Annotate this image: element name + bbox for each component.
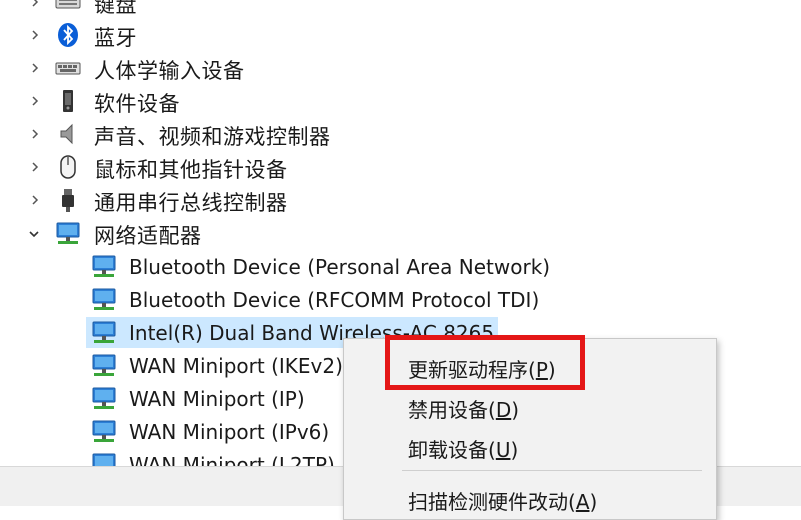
category-label: 人体学输入设备 [94,59,245,83]
network-adapter-icon [91,319,117,345]
menu-item-scan-hardware[interactable]: 扫描检测硬件改动(A) [344,479,716,517]
network-adapter-icon [91,352,117,378]
software-device-icon [55,88,81,114]
category-label: 网络适配器 [94,224,202,248]
category-mice[interactable]: 鼠标和其他指针设备 [0,151,400,184]
chevron-right-icon[interactable] [28,193,42,207]
category-keyboard[interactable]: 键盘 [0,0,400,19]
device-row[interactable]: Bluetooth Device (Personal Area Network) [0,250,560,283]
network-adapter-icon [91,385,117,411]
speaker-icon [55,121,81,147]
menu-item-label: 卸载设备(U) [408,438,519,462]
device-row[interactable]: WAN Miniport (IKEv2) [0,349,343,382]
menu-item-label: 禁用设备(D) [408,398,520,422]
category-usb[interactable]: 通用串行总线控制器 [0,184,400,217]
device-label: Bluetooth Device (RFCOMM Protocol TDI) [129,288,540,312]
chevron-right-icon[interactable] [28,160,42,174]
category-label: 蓝牙 [94,26,137,50]
network-adapter-icon [91,286,117,312]
category-label: 通用串行总线控制器 [94,191,288,215]
category-network-adapters[interactable]: 网络适配器 [0,217,400,250]
network-adapter-icon [55,220,81,246]
network-adapter-icon [91,418,117,444]
category-hid[interactable]: 人体学输入设备 [0,52,400,85]
chevron-right-icon[interactable] [28,127,42,141]
category-label: 键盘 [94,0,137,17]
category-label: 鼠标和其他指针设备 [94,158,288,182]
menu-item-disable-device[interactable]: 禁用设备(D) [344,387,716,425]
keyboard-icon [55,0,81,15]
chevron-right-icon[interactable] [28,61,42,75]
device-label: WAN Miniport (IP) [129,387,305,411]
device-row[interactable]: Bluetooth Device (RFCOMM Protocol TDI) [0,283,560,316]
device-label: WAN Miniport (IKEv2) [129,354,343,378]
category-software-devices[interactable]: 软件设备 [0,85,400,118]
annotation-highlight-box [385,335,585,390]
menu-item-uninstall-device[interactable]: 卸载设备(U) [344,427,716,465]
device-label: WAN Miniport (IPv6) [129,420,330,444]
device-label: Bluetooth Device (Personal Area Network) [129,255,551,279]
device-row[interactable]: WAN Miniport (IP) [0,382,340,415]
mouse-icon [55,154,81,180]
hid-icon [55,55,81,81]
usb-icon [55,187,81,213]
chevron-right-icon[interactable] [28,0,42,9]
bluetooth-icon [55,22,81,48]
chevron-down-icon[interactable] [27,227,41,241]
category-label: 声音、视频和游戏控制器 [94,125,331,149]
network-adapter-icon [91,253,117,279]
chevron-right-icon[interactable] [28,28,42,42]
menu-item-label: 扫描检测硬件改动(A) [408,490,598,514]
category-bluetooth[interactable]: 蓝牙 [0,19,400,52]
device-row[interactable]: WAN Miniport (IPv6) [0,415,340,448]
menu-separator [402,470,702,471]
category-label: 软件设备 [94,92,180,116]
category-sound-video-game[interactable]: 声音、视频和游戏控制器 [0,118,400,151]
chevron-right-icon[interactable] [28,94,42,108]
